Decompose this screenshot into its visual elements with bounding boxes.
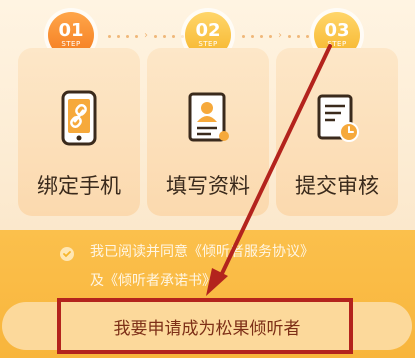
profile-form-icon (188, 92, 229, 142)
agreement-conjunction: 及 (90, 273, 104, 289)
agreement-prefix: 我已阅读并同意 (90, 244, 188, 260)
step-connector-2: › (242, 31, 318, 41)
step-2-number: 02 (195, 19, 221, 41)
step-card-submit-review: 提交审核 (276, 48, 398, 216)
document-clock-icon (317, 94, 359, 142)
step-card-bind-phone: 绑定手机 (18, 48, 140, 216)
agreement-text: 我已阅读并同意《倾听者服务协议》 及《倾听者承诺书》 (60, 238, 380, 296)
step-card-fill-info: 填写资料 (147, 48, 269, 216)
step-1-label: 绑定手机 (37, 174, 121, 198)
annotation-highlight-box (57, 298, 353, 354)
step-3-label: 提交审核 (295, 174, 379, 198)
commitment-link[interactable]: 《倾听者承诺书》 (104, 273, 216, 289)
step-2-label: 填写资料 (166, 174, 250, 198)
phone-link-icon (61, 90, 97, 146)
service-agreement-link[interactable]: 《倾听者服务协议》 (188, 244, 314, 260)
step-connector-1: › (108, 31, 184, 41)
step-3-number: 03 (324, 19, 350, 41)
step-1-number: 01 (58, 19, 84, 41)
